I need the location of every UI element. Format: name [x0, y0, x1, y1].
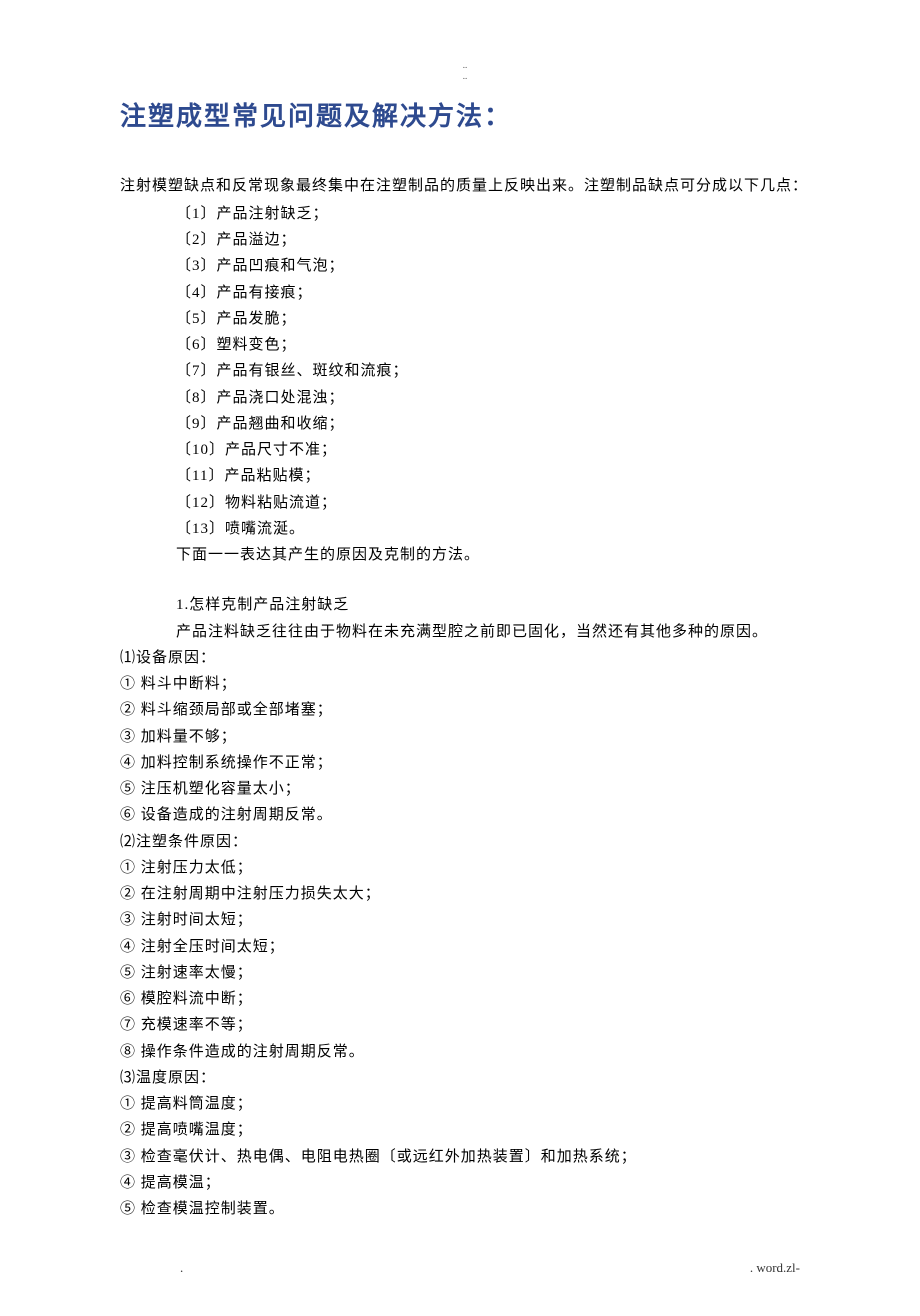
header-mark: .. ..: [120, 60, 810, 82]
list-item: ⑦ 充模速率不等；: [120, 1012, 810, 1038]
list-item: 〔7〕产品有银丝、斑纹和流痕；: [176, 358, 810, 384]
list-item: ① 注射压力太低；: [120, 855, 810, 881]
page-title: 注塑成型常见问题及解决方法：: [120, 96, 810, 133]
list-item: 〔5〕产品发脆；: [176, 306, 810, 332]
section-heading: 1.怎样克制产品注射缺乏: [176, 592, 810, 618]
list-item: ② 料斗缩颈局部或全部堵塞；: [120, 697, 810, 723]
list-item: ⑤ 注压机塑化容量太小；: [120, 776, 810, 802]
list-item: 〔4〕产品有接痕；: [176, 280, 810, 306]
section-description: 产品注料缺乏往往由于物料在未充满型腔之前即已固化，当然还有其他多种的原因。: [120, 619, 810, 645]
list-item: 〔10〕产品尺寸不准；: [176, 437, 810, 463]
list-item: ⑥ 模腔料流中断；: [120, 986, 810, 1012]
list-item: ② 提高喷嘴温度；: [120, 1117, 810, 1143]
intro-paragraph: 注射模塑缺点和反常现象最终集中在注塑制品的质量上反映出来。注塑制品缺点可分成以下…: [120, 173, 810, 199]
list-item: ⑤ 检查模温控制装置。: [120, 1196, 810, 1222]
list-item: 〔9〕产品翘曲和收缩；: [176, 411, 810, 437]
page-footer: . . word.zl-: [120, 1260, 810, 1276]
list-item: 〔3〕产品凹痕和气泡；: [176, 253, 810, 279]
list-item: ③ 检查毫伏计、热电偶、电阻电热圈〔或远红外加热装置〕和加热系统；: [120, 1144, 810, 1170]
transition-text: 下面一一表达其产生的原因及克制的方法。: [176, 542, 810, 568]
list-item: ④ 提高模温；: [120, 1170, 810, 1196]
list-item: ② 在注射周期中注射压力损失太大；: [120, 881, 810, 907]
list-item: ③ 加料量不够；: [120, 724, 810, 750]
list-item: ⑤ 注射速率太慢；: [120, 960, 810, 986]
list-item: ④ 注射全压时间太短；: [120, 934, 810, 960]
list-item: 〔11〕产品粘贴模；: [176, 463, 810, 489]
list-item: ① 提高料筒温度；: [120, 1091, 810, 1117]
list-item: ⑧ 操作条件造成的注射周期反常。: [120, 1039, 810, 1065]
cause-group-label: ⑶温度原因：: [120, 1065, 810, 1091]
list-item: ⑥ 设备造成的注射周期反常。: [120, 802, 810, 828]
list-item: 〔6〕塑料变色；: [176, 332, 810, 358]
cause-group-label: ⑵注塑条件原因：: [120, 829, 810, 855]
list-item: ③ 注射时间太短；: [120, 907, 810, 933]
list-item: 〔12〕物料粘贴流道；: [176, 490, 810, 516]
list-item: 〔1〕产品注射缺乏；: [176, 201, 810, 227]
list-item: 〔2〕产品溢边；: [176, 227, 810, 253]
defect-list: 〔1〕产品注射缺乏； 〔2〕产品溢边； 〔3〕产品凹痕和气泡； 〔4〕产品有接痕…: [120, 201, 810, 542]
cause-group-label: ⑴设备原因：: [120, 645, 810, 671]
list-item: ① 料斗中断料；: [120, 671, 810, 697]
list-item: ④ 加料控制系统操作不正常；: [120, 750, 810, 776]
footer-right: . word.zl-: [750, 1260, 800, 1276]
list-item: 〔8〕产品浇口处混浊；: [176, 385, 810, 411]
footer-left: .: [180, 1260, 183, 1276]
list-item: 〔13〕喷嘴流涎。: [176, 516, 810, 542]
